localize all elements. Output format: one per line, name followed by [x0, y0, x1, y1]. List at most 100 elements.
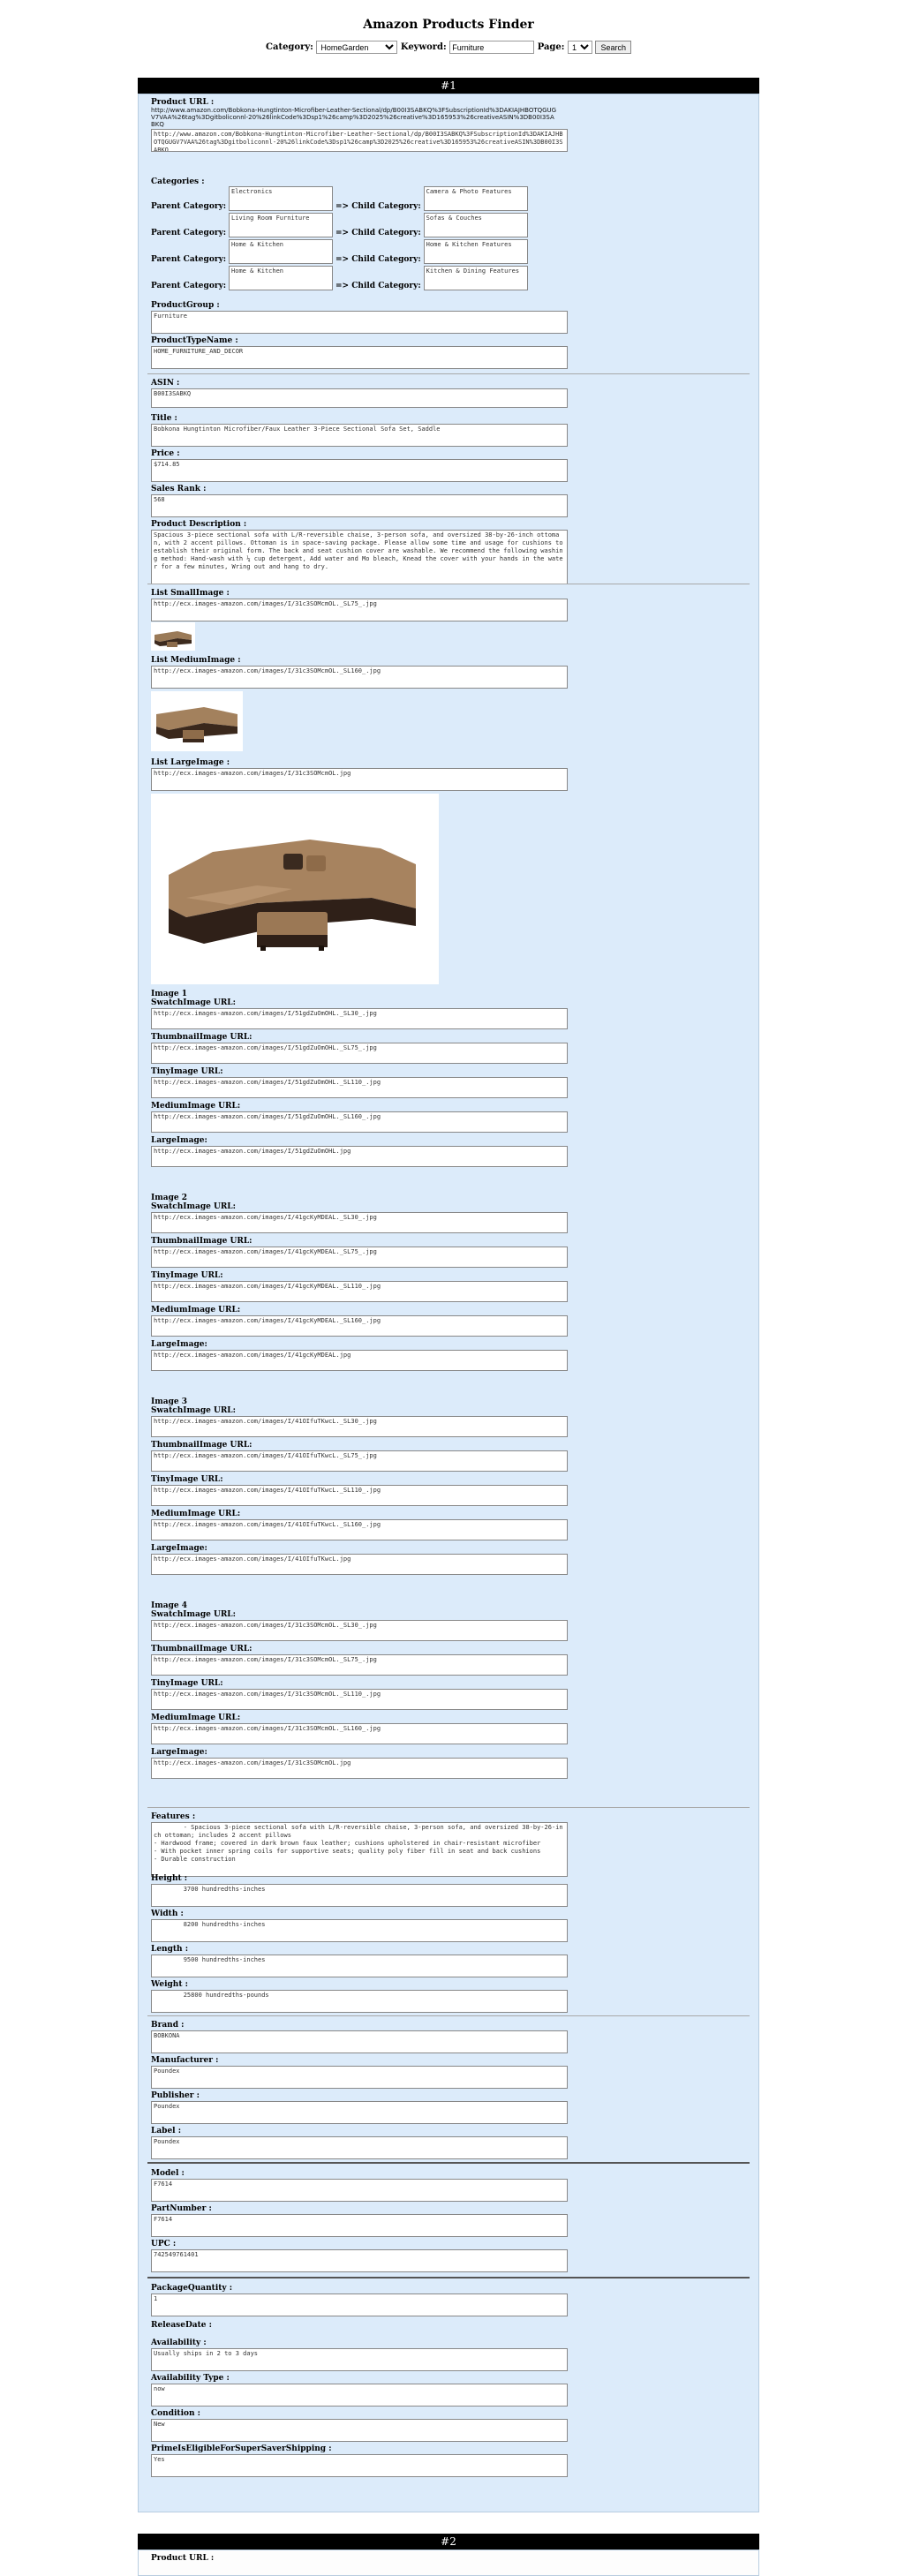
parent-category-label: Parent Category: [151, 202, 227, 211]
tiny-textarea[interactable]: http://ecx.images-amazon.com/images/I/51… [151, 1077, 568, 1098]
thumbnail-textarea[interactable]: http://ecx.images-amazon.com/images/I/41… [151, 1247, 568, 1268]
large-label: LargeImage: [151, 1136, 207, 1145]
length-label: Length : [151, 1945, 189, 1954]
record-number: #2 [138, 2534, 759, 2550]
parent-category-textarea[interactable]: Electronics [229, 186, 334, 211]
thumbnail-textarea[interactable]: http://ecx.images-amazon.com/images/I/41… [151, 1450, 568, 1472]
medium-textarea[interactable]: http://ecx.images-amazon.com/images/I/31… [151, 1723, 568, 1744]
large-label: LargeImage: [151, 1748, 207, 1757]
release-date-label: ReleaseDate : [151, 2321, 212, 2330]
large-image-label: List LargeImage : [151, 758, 230, 767]
parent-category-textarea[interactable]: Home & Kitchen [229, 239, 334, 264]
swatch-textarea[interactable]: http://ecx.images-amazon.com/images/I/31… [151, 1620, 568, 1641]
image-set-title: Image 3 [151, 1397, 187, 1406]
large-textarea[interactable]: http://ecx.images-amazon.com/images/I/41… [151, 1350, 568, 1371]
product-record: #2 Product URL : [138, 2534, 759, 2576]
category-row: Parent Category: Living Room Furniture=>… [151, 213, 528, 237]
availability-type-field: Availability Type : now [151, 2374, 568, 2407]
part-number-field: PartNumber : F7614 [151, 2204, 568, 2237]
child-category-textarea[interactable]: Home & Kitchen Features [423, 239, 528, 264]
product-url-link[interactable]: http://www.amazon.com/Bobkona-Hungtinton… [151, 107, 557, 128]
search-button[interactable]: Search [595, 41, 631, 54]
product-type-textarea[interactable]: HOME_FURNITURE_AND_DECOR [151, 346, 568, 369]
publisher-textarea[interactable]: Poundex [151, 2101, 568, 2124]
manufacturer-textarea[interactable]: Poundex [151, 2066, 568, 2089]
category-label: Category: [266, 42, 313, 52]
medium-textarea[interactable]: http://ecx.images-amazon.com/images/I/41… [151, 1519, 568, 1540]
publisher-label: Publisher : [151, 2091, 200, 2100]
height-textarea[interactable]: 3700 hundredths-inches [151, 1884, 568, 1907]
product-url-field: Product URL : [151, 2554, 214, 2563]
description-field: Product Description : Spacious 3-piece s… [151, 520, 568, 584]
tiny-textarea[interactable]: http://ecx.images-amazon.com/images/I/41… [151, 1281, 568, 1302]
width-textarea[interactable]: 8200 hundredths-inches [151, 1919, 568, 1942]
small-product-image [151, 622, 195, 651]
medium-label: MediumImage URL: [151, 1102, 241, 1111]
product-url-field: Product URL : http://www.amazon.com/Bobk… [151, 98, 568, 152]
tiny-textarea[interactable]: http://ecx.images-amazon.com/images/I/31… [151, 1689, 568, 1710]
length-textarea[interactable]: 9500 hundredths-inches [151, 1955, 568, 1977]
child-category-textarea[interactable]: Sofas & Couches [423, 213, 528, 237]
swatch-textarea[interactable]: http://ecx.images-amazon.com/images/I/51… [151, 1008, 568, 1029]
parent-category-textarea[interactable]: Home & Kitchen [229, 266, 334, 290]
swatch-textarea[interactable]: http://ecx.images-amazon.com/images/I/41… [151, 1416, 568, 1437]
medium-textarea[interactable]: http://ecx.images-amazon.com/images/I/41… [151, 1315, 568, 1337]
swatch-label: SwatchImage URL: [151, 1202, 236, 1211]
page-title: Amazon Products Finder [363, 18, 534, 32]
thumbnail-textarea[interactable]: http://ecx.images-amazon.com/images/I/51… [151, 1043, 568, 1064]
condition-textarea[interactable]: New [151, 2419, 568, 2442]
child-category-textarea[interactable]: Camera & Photo Features [423, 186, 528, 211]
small-image-textarea[interactable]: http://ecx.images-amazon.com/images/I/31… [151, 599, 568, 621]
prime-textarea[interactable]: Yes [151, 2454, 568, 2477]
record-body: Product URL : [138, 2550, 759, 2576]
upc-textarea[interactable]: 742549761401 [151, 2249, 568, 2272]
width-field: Width : 8200 hundredths-inches [151, 1909, 568, 1942]
tiny-textarea[interactable]: http://ecx.images-amazon.com/images/I/41… [151, 1485, 568, 1506]
category-row: Parent Category: Home & Kitchen=> Child … [151, 239, 528, 264]
publisher-field: Publisher : Poundex [151, 2091, 568, 2124]
studio-textarea[interactable]: Poundex [151, 2136, 568, 2159]
features-field: Features : - Spacious 3-piece sectional … [151, 1812, 568, 1877]
tiny-label: TinyImage URL: [151, 1475, 223, 1484]
title-textarea[interactable]: Bobkona Hungtinton Microfiber/Faux Leath… [151, 424, 568, 447]
thumbnail-label: ThumbnailImage URL: [151, 1645, 253, 1653]
prime-field: PrimeIsEligibleForSuperSaverShipping : Y… [151, 2444, 568, 2477]
package-quantity-textarea[interactable]: 1 [151, 2294, 568, 2316]
brand-textarea[interactable]: BOBKONA [151, 2030, 568, 2053]
price-textarea[interactable]: $714.85 [151, 459, 568, 482]
features-textarea[interactable]: - Spacious 3-piece sectional sofa with L… [151, 1822, 568, 1877]
thumbnail-textarea[interactable]: http://ecx.images-amazon.com/images/I/31… [151, 1654, 568, 1676]
weight-textarea[interactable]: 25800 hundredths-pounds [151, 1990, 568, 2013]
brand-label: Brand : [151, 2021, 185, 2030]
availability-type-textarea[interactable]: now [151, 2384, 568, 2407]
large-textarea[interactable]: http://ecx.images-amazon.com/images/I/51… [151, 1146, 568, 1167]
divider [147, 2277, 750, 2278]
large-textarea[interactable]: http://ecx.images-amazon.com/images/I/41… [151, 1554, 568, 1575]
part-number-textarea[interactable]: F7614 [151, 2214, 568, 2237]
category-select[interactable]: HomeGarden [316, 41, 398, 54]
swatch-textarea[interactable]: http://ecx.images-amazon.com/images/I/41… [151, 1212, 568, 1233]
page-select[interactable]: 1 [567, 41, 592, 54]
manufacturer-label: Manufacturer : [151, 2056, 219, 2065]
parent-category-textarea[interactable]: Living Room Furniture [229, 213, 334, 237]
product-group-textarea[interactable]: Furniture [151, 311, 568, 334]
medium-textarea[interactable]: http://ecx.images-amazon.com/images/I/51… [151, 1111, 568, 1133]
sales-rank-textarea[interactable]: 568 [151, 494, 568, 517]
description-textarea[interactable]: Spacious 3-piece sectional sofa with L/R… [151, 530, 568, 584]
condition-field: Condition : New [151, 2409, 568, 2442]
asin-textarea[interactable]: B00I3SABKQ [151, 388, 568, 408]
height-label: Height : [151, 1874, 188, 1883]
product-url-textarea[interactable]: http://www.amazon.com/Bobkona-Hungtinton… [151, 129, 568, 152]
availability-textarea[interactable]: Usually ships in 2 to 3 days [151, 2348, 568, 2371]
category-row: Parent Category: Home & Kitchen=> Child … [151, 266, 528, 290]
tiny-label: TinyImage URL: [151, 1067, 223, 1076]
keyword-input[interactable] [449, 41, 535, 54]
parent-category-label: Parent Category: [151, 229, 227, 237]
large-image-textarea[interactable]: http://ecx.images-amazon.com/images/I/31… [151, 768, 568, 791]
model-textarea[interactable]: F7614 [151, 2179, 568, 2202]
package-quantity-label: PackageQuantity : [151, 2284, 233, 2293]
child-category-textarea[interactable]: Kitchen & Dining Features [423, 266, 528, 290]
image-set: Image 3 SwatchImage URL: http://ecx.imag… [151, 1397, 568, 1575]
medium-image-textarea[interactable]: http://ecx.images-amazon.com/images/I/31… [151, 666, 568, 689]
large-textarea[interactable]: http://ecx.images-amazon.com/images/I/31… [151, 1758, 568, 1779]
